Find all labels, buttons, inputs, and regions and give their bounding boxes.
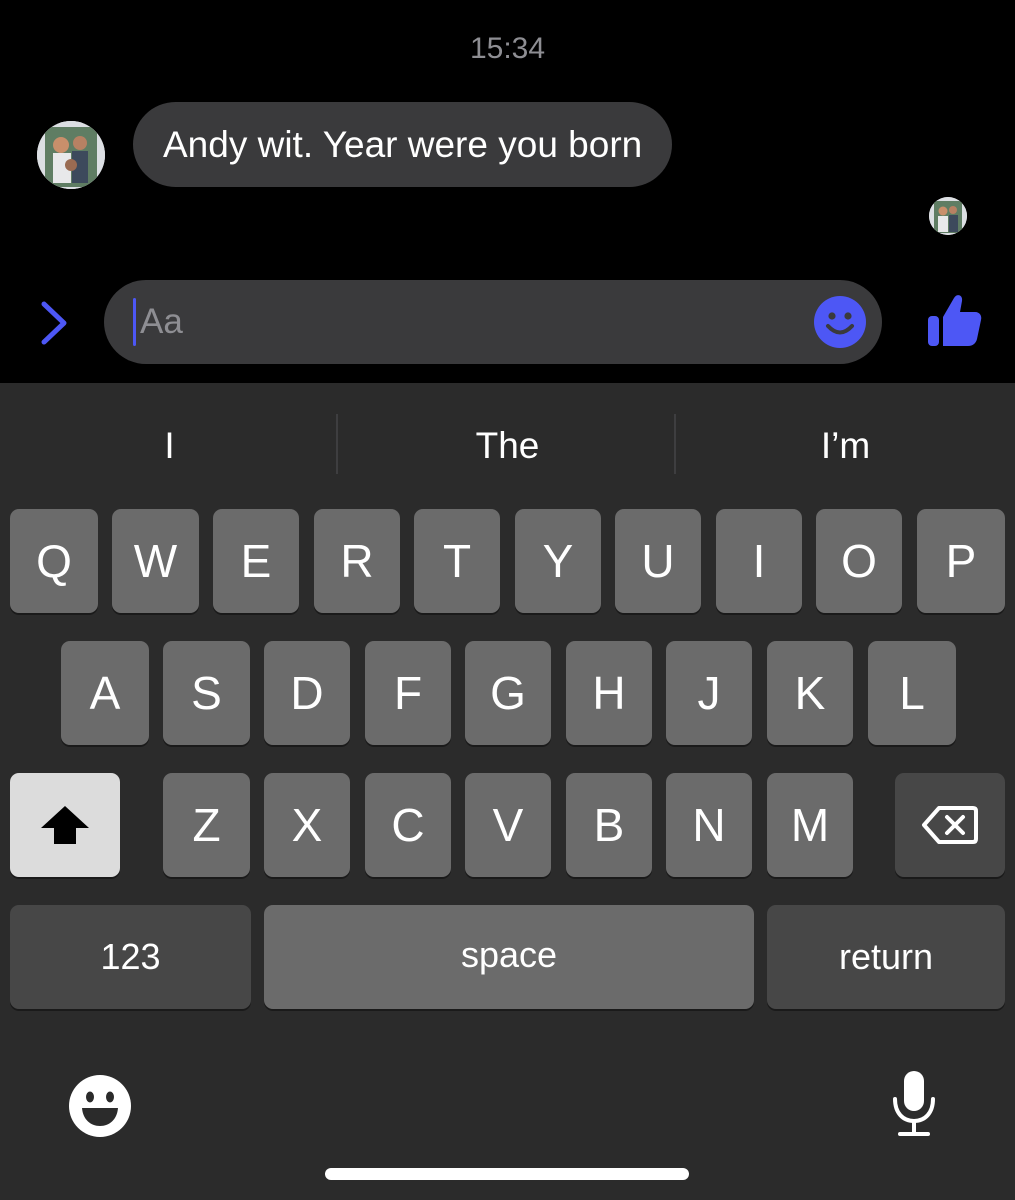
key-w[interactable]: W [112,509,199,613]
text-cursor [133,298,136,346]
message-input[interactable] [140,294,790,350]
key-d[interactable]: D [264,641,350,745]
message-composer[interactable] [104,280,882,364]
suggestion-3[interactable]: I’m [678,416,1013,476]
key-q[interactable]: Q [10,509,98,613]
emoji-keyboard-icon[interactable] [67,1073,133,1139]
key-f[interactable]: F [365,641,451,745]
shift-key[interactable] [10,773,120,877]
message-timestamp: 15:34 [469,32,546,65]
key-h[interactable]: H [566,641,652,745]
key-g[interactable]: G [465,641,551,745]
suggestion-divider [674,414,676,474]
key-u[interactable]: U [615,509,701,613]
key-c[interactable]: C [365,773,451,877]
key-t[interactable]: T [414,509,500,613]
chevron-right-icon[interactable] [30,298,78,348]
return-key[interactable]: return [767,905,1005,1009]
thumbs-up-icon[interactable] [924,290,984,350]
key-n[interactable]: N [666,773,752,877]
key-p[interactable]: P [917,509,1005,613]
avatar-photo [37,121,105,189]
smiley-icon[interactable] [813,295,867,349]
delete-key[interactable] [895,773,1005,877]
key-j[interactable]: J [666,641,752,745]
received-message-bubble[interactable]: Andy wit. Year were you born [133,102,673,187]
suggestion-2[interactable]: The [340,416,675,476]
key-s[interactable]: S [163,641,250,745]
shift-arrow-icon [41,806,89,844]
home-indicator[interactable] [325,1168,689,1180]
key-r[interactable]: R [314,509,400,613]
suggestion-1[interactable]: I [2,416,337,476]
space-key[interactable]: space [264,905,754,1009]
backspace-icon [922,806,978,844]
key-l[interactable]: L [868,641,956,745]
key-a[interactable]: A [61,641,149,745]
key-k[interactable]: K [767,641,853,745]
key-e[interactable]: E [213,509,299,613]
read-receipt-photo [929,197,967,235]
key-y[interactable]: Y [515,509,601,613]
read-receipt-avatar [929,197,967,235]
numbers-key[interactable]: 123 [10,905,251,1009]
key-i[interactable]: I [716,509,802,613]
key-b[interactable]: B [566,773,652,877]
microphone-icon[interactable] [890,1069,938,1139]
key-o[interactable]: O [816,509,902,613]
key-x[interactable]: X [264,773,350,877]
key-z[interactable]: Z [163,773,250,877]
key-v[interactable]: V [465,773,551,877]
contact-avatar[interactable] [37,121,105,189]
messenger-screen: 15:34 Andy wit. Year were you born Aa I … [0,0,1015,1200]
key-m[interactable]: M [767,773,853,877]
suggestion-divider [336,414,338,474]
keyboard: I The I’m Q W E R T Y U I O P A S D F G … [0,383,1015,1200]
